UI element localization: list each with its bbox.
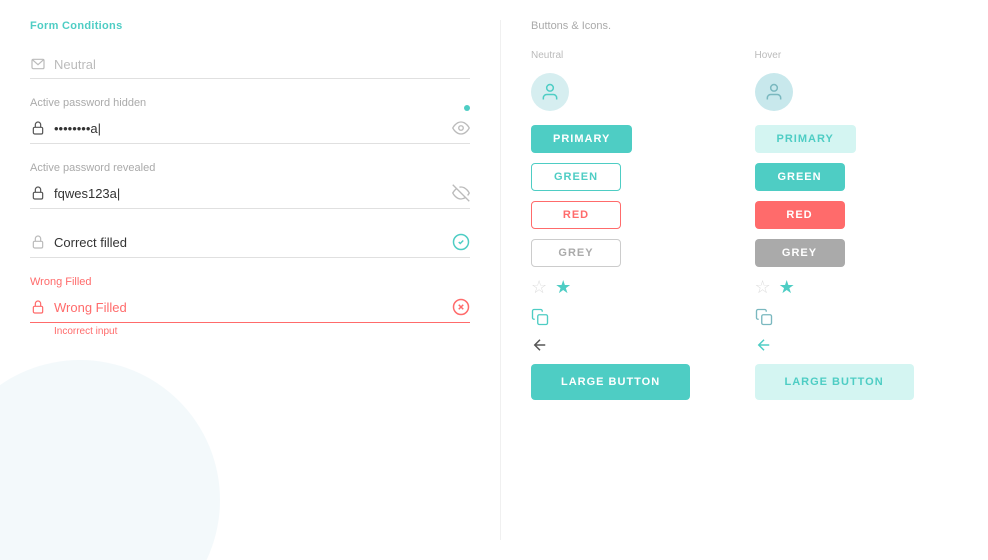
red-btn-neutral-row: RED xyxy=(531,201,735,229)
active-revealed-wrapper: fqwes123a| xyxy=(30,178,470,209)
left-section-title: Form Conditions xyxy=(30,20,470,32)
buttons-columns: Neutral PRIMARY GREEN RED xyxy=(531,50,958,410)
user-icon-hover xyxy=(764,82,784,102)
right-panel: Buttons & Icons. Neutral PRIMARY GREEN xyxy=(501,0,988,560)
lock-icon-correct xyxy=(30,234,46,250)
hover-column: Hover PRIMARY GREEN RED xyxy=(755,50,959,410)
eye-icon[interactable] xyxy=(452,119,470,137)
wrong-label: Wrong Filled xyxy=(54,300,452,315)
green-btn-neutral-row: GREEN xyxy=(531,163,735,191)
stars-row-neutral: ☆ ★ xyxy=(531,277,735,298)
wrong-filled-label: Wrong Filled xyxy=(30,276,470,288)
check-circle-icon xyxy=(452,233,470,251)
green-button-neutral[interactable]: GREEN xyxy=(531,163,621,191)
grey-btn-hover-row: GREY xyxy=(755,239,959,267)
primary-btn-hover-row: PRIMARY xyxy=(755,125,959,153)
correct-wrapper: Correct filled xyxy=(30,227,470,258)
copy-row-neutral xyxy=(531,308,735,326)
red-button-hover[interactable]: RED xyxy=(755,201,845,229)
red-btn-hover-row: RED xyxy=(755,201,959,229)
large-btn-neutral-row: LARGE BUTTON xyxy=(531,364,735,400)
copy-icon-hover[interactable] xyxy=(755,308,773,326)
primary-button-hover[interactable]: PRIMARY xyxy=(755,125,856,153)
bg-decoration xyxy=(0,360,220,560)
neutral-input-value: Neutral xyxy=(54,57,470,72)
star-filled-hover[interactable]: ★ xyxy=(779,277,795,298)
neutral-input-wrapper: Neutral xyxy=(30,50,470,79)
active-revealed-label: Active password revealed xyxy=(30,162,470,174)
avatar-neutral xyxy=(531,73,569,111)
active-revealed-value: fqwes123a| xyxy=(54,186,452,201)
active-hidden-value: ••••••••a| xyxy=(54,121,452,136)
large-button-hover[interactable]: LARGE BUTTON xyxy=(755,364,914,400)
arrow-left-icon-neutral[interactable] xyxy=(531,336,549,354)
neutral-column: Neutral PRIMARY GREEN RED xyxy=(531,50,735,410)
grey-button-neutral[interactable]: GREY xyxy=(531,239,621,267)
copy-icon-neutral[interactable] xyxy=(531,308,549,326)
green-btn-hover-row: GREEN xyxy=(755,163,959,191)
left-panel: Form Conditions Neutral Active password … xyxy=(0,0,500,560)
wrong-filled-group: Wrong Filled Wrong Filled Incorrect inpu… xyxy=(30,276,470,337)
large-button-neutral[interactable]: LARGE BUTTON xyxy=(531,364,690,400)
arrow-row-neutral xyxy=(531,336,735,354)
red-button-neutral[interactable]: RED xyxy=(531,201,621,229)
primary-btn-neutral-row: PRIMARY xyxy=(531,125,735,153)
wrong-wrapper: Wrong Filled xyxy=(30,292,470,323)
envelope-icon xyxy=(30,56,46,72)
lock-icon-wrong xyxy=(30,299,46,315)
arrow-row-hover xyxy=(755,336,959,354)
active-hidden-group: Active password hidden ••••••••a| xyxy=(30,97,470,144)
grey-button-hover[interactable]: GREY xyxy=(755,239,845,267)
primary-button-neutral[interactable]: PRIMARY xyxy=(531,125,632,153)
hover-col-header: Hover xyxy=(755,50,959,61)
active-hidden-wrapper: ••••••••a| xyxy=(30,113,470,144)
star-filled-neutral[interactable]: ★ xyxy=(555,277,571,298)
green-button-hover[interactable]: GREEN xyxy=(755,163,845,191)
arrow-left-icon-hover[interactable] xyxy=(755,336,773,354)
correct-label: Correct filled xyxy=(54,235,452,250)
active-revealed-group: Active password revealed fqwes123a| xyxy=(30,162,470,209)
active-indicator-dot xyxy=(464,105,470,111)
large-btn-hover-row: LARGE BUTTON xyxy=(755,364,959,400)
error-hint: Incorrect input xyxy=(54,326,470,337)
avatar-hover xyxy=(755,73,793,111)
grey-btn-neutral-row: GREY xyxy=(531,239,735,267)
active-hidden-label: Active password hidden xyxy=(30,97,470,109)
correct-filled-group: Correct filled xyxy=(30,227,470,258)
avatar-row-neutral xyxy=(531,73,735,111)
star-empty-neutral[interactable]: ☆ xyxy=(531,277,547,298)
neutral-field-group: Neutral xyxy=(30,50,470,79)
right-section-title: Buttons & Icons. xyxy=(531,20,958,32)
stars-row-hover: ☆ ★ xyxy=(755,277,959,298)
x-circle-icon xyxy=(452,298,470,316)
avatar-row-hover xyxy=(755,73,959,111)
lock-icon-hidden xyxy=(30,120,46,136)
star-empty-hover[interactable]: ☆ xyxy=(755,277,771,298)
eye-off-icon[interactable] xyxy=(452,184,470,202)
user-icon-neutral xyxy=(540,82,560,102)
copy-row-hover xyxy=(755,308,959,326)
lock-icon-revealed xyxy=(30,185,46,201)
neutral-col-header: Neutral xyxy=(531,50,735,61)
